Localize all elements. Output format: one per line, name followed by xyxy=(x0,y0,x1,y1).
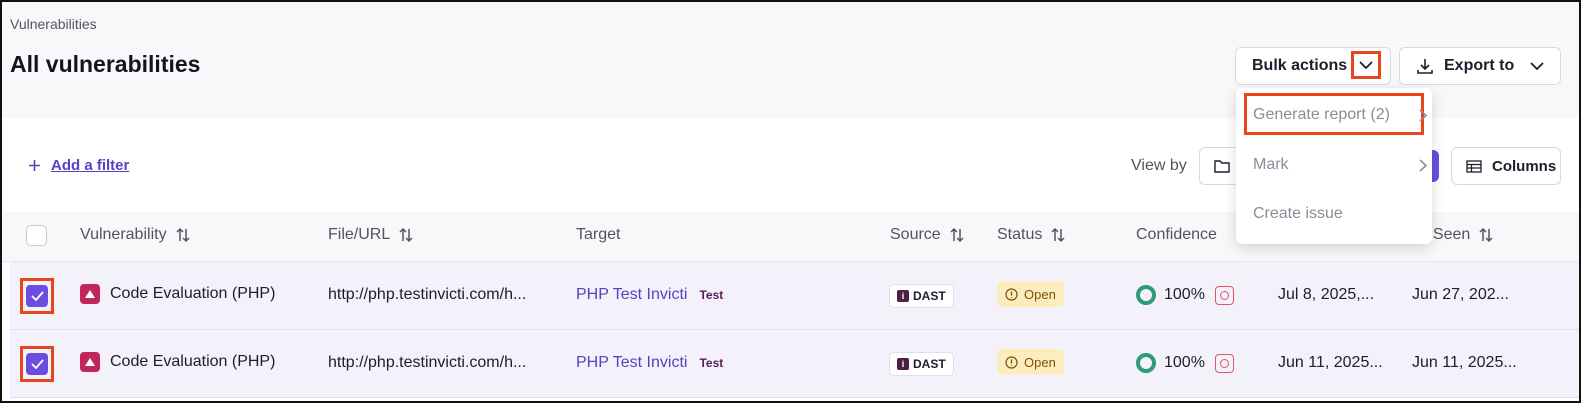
first-seen-cell: Jul 8, 2025,... xyxy=(1278,286,1375,303)
confidence-value: 100% xyxy=(1164,286,1205,303)
column-header-target: Target xyxy=(576,226,620,244)
first-seen-cell: Jun 11, 2025... xyxy=(1278,354,1383,371)
severity-critical-icon xyxy=(80,352,100,372)
plus-icon xyxy=(29,160,40,171)
export-to-label: Export to xyxy=(1444,57,1515,74)
chevron-down-icon xyxy=(1530,61,1544,70)
check-icon xyxy=(30,359,44,369)
confidence-verified-icon xyxy=(1214,285,1234,305)
export-to-button[interactable]: Export to xyxy=(1399,47,1561,85)
folder-icon xyxy=(1214,160,1230,173)
vulnerability-cell[interactable]: Code Evaluation (PHP) xyxy=(80,284,275,304)
select-all-checkbox[interactable] xyxy=(26,225,47,246)
breadcrumb[interactable]: Vulnerabilities xyxy=(10,16,97,32)
column-header-label: Confidence xyxy=(1136,226,1217,243)
severity-critical-icon xyxy=(80,284,100,304)
menu-item-label: Generate report (2) xyxy=(1253,106,1390,123)
sort-icon xyxy=(1479,227,1493,243)
menu-item-create-issue[interactable]: Create issue xyxy=(1253,205,1343,223)
confidence-cell: 100% xyxy=(1136,285,1234,305)
column-header-vulnerability[interactable]: Vulnerability xyxy=(80,226,191,244)
chevron-right-icon xyxy=(1419,158,1427,172)
add-filter-label: Add a filter xyxy=(51,157,130,174)
sort-icon xyxy=(1051,227,1065,243)
target-tag: Test xyxy=(699,356,724,370)
column-header-label: Status xyxy=(997,226,1043,243)
column-header-source[interactable]: Source xyxy=(890,226,965,244)
add-filter-link[interactable]: Add a filter xyxy=(28,157,129,174)
confidence-cell: 100% xyxy=(1136,353,1234,373)
file-url-cell[interactable]: http://php.testinvicti.com/h... xyxy=(328,354,526,372)
menu-item-label: Mark xyxy=(1253,156,1289,173)
column-header-file-url[interactable]: File/URL xyxy=(328,226,414,244)
status-badge: Open xyxy=(997,281,1064,307)
bulk-actions-chevron[interactable] xyxy=(1351,51,1381,79)
confidence-ring-icon xyxy=(1136,353,1156,373)
download-icon xyxy=(1417,59,1433,74)
column-header-status[interactable]: Status xyxy=(997,226,1066,244)
vulnerability-name: Code Evaluation (PHP) xyxy=(110,353,276,370)
source-badge: i DAST xyxy=(889,352,954,376)
row-checkbox[interactable] xyxy=(26,285,48,307)
confidence-ring-icon xyxy=(1136,285,1156,305)
vulnerability-cell[interactable]: Code Evaluation (PHP) xyxy=(80,352,275,372)
table-row[interactable]: Code Evaluation (PHP) http://php.testinv… xyxy=(10,262,1579,330)
column-header-label: Target xyxy=(576,226,621,243)
dast-icon: i xyxy=(897,290,909,302)
target-link[interactable]: PHP Test Invicti xyxy=(576,354,687,372)
menu-item-generate-report[interactable]: Generate report (2) xyxy=(1253,106,1427,124)
info-circle-icon xyxy=(1005,355,1018,369)
confidence-value: 100% xyxy=(1164,354,1205,371)
target-tag: Test xyxy=(699,288,724,302)
row-checkbox-highlight[interactable] xyxy=(20,278,54,314)
sort-icon xyxy=(950,227,964,243)
chevron-down-icon xyxy=(1359,60,1373,69)
page-title: All vulnerabilities xyxy=(10,51,201,77)
sort-icon xyxy=(399,227,413,243)
columns-label: Columns xyxy=(1492,157,1557,175)
column-header-label: Vulnerability xyxy=(80,226,167,243)
bulk-actions-menu: Generate report (2) Mark Create issue xyxy=(1236,88,1432,244)
check-icon xyxy=(30,291,44,301)
chevron-right-icon xyxy=(1419,108,1427,122)
sort-icon xyxy=(176,227,190,243)
last-seen-cell: Jun 11, 2025... xyxy=(1412,354,1517,371)
vulnerability-name: Code Evaluation (PHP) xyxy=(110,285,276,302)
source-badge: i DAST xyxy=(889,284,954,308)
target-link[interactable]: PHP Test Invicti xyxy=(576,286,687,304)
target-cell: PHP Test Invicti Test xyxy=(576,354,723,372)
status-label: Open xyxy=(1024,286,1056,302)
status-badge: Open xyxy=(997,349,1064,375)
status-label: Open xyxy=(1024,354,1056,370)
dast-icon: i xyxy=(897,358,909,370)
view-by-label: View by xyxy=(1131,157,1187,174)
source-label: DAST xyxy=(913,357,946,371)
column-header-label: Source xyxy=(890,226,941,243)
info-circle-icon xyxy=(1005,287,1018,301)
columns-button[interactable]: Columns xyxy=(1451,147,1561,185)
menu-item-mark[interactable]: Mark xyxy=(1253,156,1427,174)
table-columns-icon xyxy=(1466,159,1482,173)
confidence-verified-icon xyxy=(1214,353,1234,373)
column-header-confidence[interactable]: Confidence xyxy=(1136,226,1217,244)
row-checkbox-highlight[interactable] xyxy=(20,346,54,382)
menu-item-label: Create issue xyxy=(1253,205,1343,222)
column-header-label: File/URL xyxy=(328,226,391,243)
table-row[interactable]: Code Evaluation (PHP) http://php.testinv… xyxy=(10,330,1579,398)
file-url-cell[interactable]: http://php.testinvicti.com/h... xyxy=(328,286,526,304)
source-label: DAST xyxy=(913,289,946,303)
bulk-actions-label: Bulk actions xyxy=(1252,57,1348,74)
bulk-actions-button[interactable]: Bulk actions xyxy=(1235,47,1391,85)
row-checkbox[interactable] xyxy=(26,353,48,375)
last-seen-cell: Jun 27, 202... xyxy=(1412,286,1509,303)
target-cell: PHP Test Invicti Test xyxy=(576,286,723,304)
